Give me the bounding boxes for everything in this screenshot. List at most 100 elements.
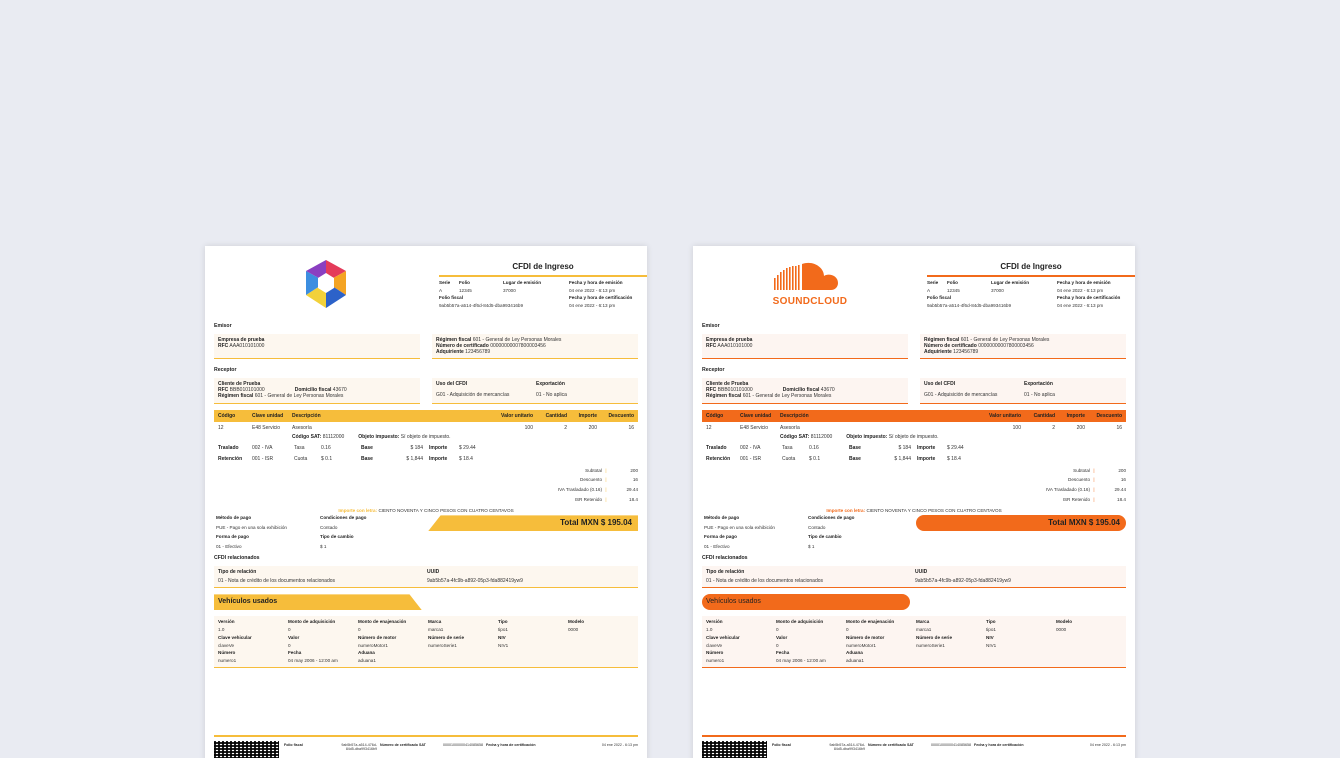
iva-label: IVA Trasladado (0.16) bbox=[557, 487, 602, 493]
vehiculo-field-value: 1.0 bbox=[218, 627, 225, 633]
importe-letra-label: Importe con letra: bbox=[826, 507, 866, 513]
qr-code-icon bbox=[702, 741, 767, 758]
isr-label: ISR Retenido bbox=[574, 496, 602, 502]
emisor-regimen-label: Régimen fiscal bbox=[436, 336, 472, 343]
col-valor-unitario: Valor unitario bbox=[989, 412, 1021, 419]
lugar-label: Lugar de emisión bbox=[503, 280, 542, 285]
emisor-regimen-label: Régimen fiscal bbox=[924, 336, 960, 343]
retencion-importe: $ 18.4 bbox=[947, 455, 961, 462]
serie-label: Serie bbox=[927, 280, 939, 285]
receptor-uso-label: Uso del CFDI bbox=[924, 380, 956, 387]
vehiculo-field-label: Fecha bbox=[776, 650, 790, 656]
lugar-label: Lugar de emisión bbox=[991, 280, 1030, 285]
serie-label: Serie bbox=[439, 280, 451, 285]
retencion-label: Retención bbox=[218, 455, 243, 462]
vehiculo-field-value: numeroSerie1 bbox=[428, 642, 457, 648]
traslado-importe: $ 29.44 bbox=[947, 445, 964, 452]
metodo-label: Método de pago bbox=[704, 515, 740, 521]
col-cantidad: Cantidad bbox=[545, 412, 567, 419]
emisor-adquiriente: 123456789 bbox=[953, 349, 979, 355]
vehiculo-field-label: Clave vehicular bbox=[706, 634, 740, 640]
col-descuento: Descuento bbox=[608, 412, 634, 419]
vehiculo-field-value: NIV1 bbox=[986, 642, 997, 648]
vehiculo-field-label: Número de motor bbox=[358, 634, 397, 640]
vehiculo-field-value: 1.0 bbox=[706, 627, 713, 633]
traslado-tipo: Tasa bbox=[294, 445, 305, 452]
col-importe: Importe bbox=[578, 412, 597, 419]
metodo-value: PUE - Pago en una sola exhibición bbox=[216, 524, 287, 530]
fecha-cert-value: 04 ene 2022 - 6:13 pm bbox=[569, 303, 616, 309]
vehiculo-field-value: numeroMotor1 bbox=[846, 642, 876, 648]
traslado-tasa: 0.16 bbox=[809, 445, 819, 452]
subtotal-value: 200 bbox=[1118, 467, 1126, 473]
retencion-tasa: $ 0.1 bbox=[321, 455, 333, 462]
traslado-label: Traslado bbox=[706, 445, 727, 452]
col-descripcion: Descripción bbox=[292, 412, 321, 419]
vehiculo-field-label: Número bbox=[218, 650, 236, 656]
relacionados-box: Tipo de relación UUID 01 - Nota de crédi… bbox=[214, 565, 638, 589]
folio-fiscal-value: 9ab5b57a-a514-4f6d-84d5-dba993416b9 bbox=[927, 303, 1012, 309]
emisor-rfc: AAA010101000 bbox=[717, 342, 753, 349]
receptor-section-label: Receptor bbox=[702, 367, 725, 374]
vehiculo-field-label: Número bbox=[706, 650, 724, 656]
tipo-cambio-value: $ 1 bbox=[808, 543, 815, 549]
subtotal-label: Subtotal bbox=[585, 467, 602, 473]
tipo-relacion-value: 01 - Nota de crédito de los documentos r… bbox=[218, 578, 336, 585]
emisor-adquiriente-label: Adquiriente bbox=[436, 349, 464, 355]
cell-descripcion: Asesoría bbox=[780, 424, 800, 431]
retencion-importe-label: Importe bbox=[917, 455, 936, 462]
fecha-emision-label: Fecha y hora de emisión bbox=[569, 280, 623, 285]
receptor-uso: G01 - Adquisición de mercancías bbox=[436, 391, 510, 398]
col-clave-unidad: Clave unidad bbox=[252, 412, 284, 419]
col-importe: Importe bbox=[1066, 412, 1085, 419]
emisor-box: Empresa de prueba RFC AAA010101000 bbox=[214, 333, 420, 360]
cell-importe: 200 bbox=[1076, 424, 1085, 431]
retencion-code: 001 - ISR bbox=[740, 455, 762, 462]
receptor-domicilio: 43670 bbox=[820, 387, 835, 393]
emisor-cert: 00000000007800003456 bbox=[978, 342, 1034, 349]
metodo-label: Método de pago bbox=[216, 515, 252, 521]
iva-value: 29.44 bbox=[1114, 487, 1127, 493]
emisor-section-label: Emisor bbox=[702, 323, 720, 329]
vehiculo-field-value bbox=[568, 643, 634, 649]
hexagon-logo-icon bbox=[306, 260, 346, 308]
condiciones-label: Condiciones de pago bbox=[320, 515, 367, 521]
qr-code-icon bbox=[214, 741, 279, 758]
receptor-regimen-label: Régimen fiscal bbox=[218, 393, 254, 400]
emisor-cert-label: Número de certificado bbox=[924, 342, 977, 349]
vehiculo-field-label: Modelo bbox=[568, 619, 585, 625]
vehiculo-field-label: Número de serie bbox=[916, 634, 952, 640]
footer-folio-label: Folio fiscal bbox=[772, 743, 791, 747]
soundcloud-wordmark: SOUNDCLOUD bbox=[772, 296, 848, 307]
payment-block: Método de pago Condiciones de pago PUE -… bbox=[214, 515, 638, 551]
vehiculo-field-value: 0 bbox=[288, 627, 291, 633]
invoice-preview-right[interactable]: SOUNDCLOUD CFDI de Ingreso Serie Folio L… bbox=[693, 246, 1135, 758]
retencion-base: $ 1,844 bbox=[894, 455, 911, 462]
doc-title: CFDI de Ingreso bbox=[439, 262, 647, 277]
sat-label: Código SAT: bbox=[780, 434, 810, 440]
descuento-value: 16 bbox=[632, 477, 638, 483]
emisor-adquiriente-label: Adquiriente bbox=[924, 349, 952, 355]
relacionados-section-label: CFDI relacionados bbox=[702, 555, 748, 562]
sat-value: 81112000 bbox=[322, 434, 345, 440]
footer-fecha: 04 ene 2022 - 6:13 pm bbox=[601, 743, 638, 747]
traslado-code: 002 - IVA bbox=[740, 445, 761, 452]
traslado-base-label: Base bbox=[361, 445, 373, 452]
receptor-rfc: BBB010101000 bbox=[717, 387, 753, 393]
retencion-label: Retención bbox=[706, 455, 731, 462]
cell-codigo: 12 bbox=[218, 424, 224, 431]
cell-clave-unidad: E48 Servicio bbox=[740, 424, 769, 431]
doc-title: CFDI de Ingreso bbox=[927, 262, 1135, 277]
vehiculo-field-value: marca1 bbox=[428, 627, 444, 633]
footer-divider bbox=[702, 735, 1126, 737]
forma-label: Forma de pago bbox=[704, 534, 737, 540]
vehiculo-field-value: claveVe bbox=[218, 642, 235, 648]
serie-value: A bbox=[927, 287, 931, 293]
col-codigo: Código bbox=[706, 412, 724, 419]
traslado-importe-label: Importe bbox=[429, 445, 448, 452]
footer-folio: 9ab5b57a-a514-476d-84d5-dba993416b9 bbox=[829, 743, 865, 752]
footer-cert-label: Número de certificado SAT bbox=[868, 743, 914, 747]
invoice-preview-left[interactable]: CFDI de Ingreso Serie Folio Lugar de emi… bbox=[205, 246, 647, 758]
soundcloud-logo-icon: SOUNDCLOUD bbox=[762, 258, 858, 310]
cell-valor-unitario: 100 bbox=[1012, 424, 1021, 431]
